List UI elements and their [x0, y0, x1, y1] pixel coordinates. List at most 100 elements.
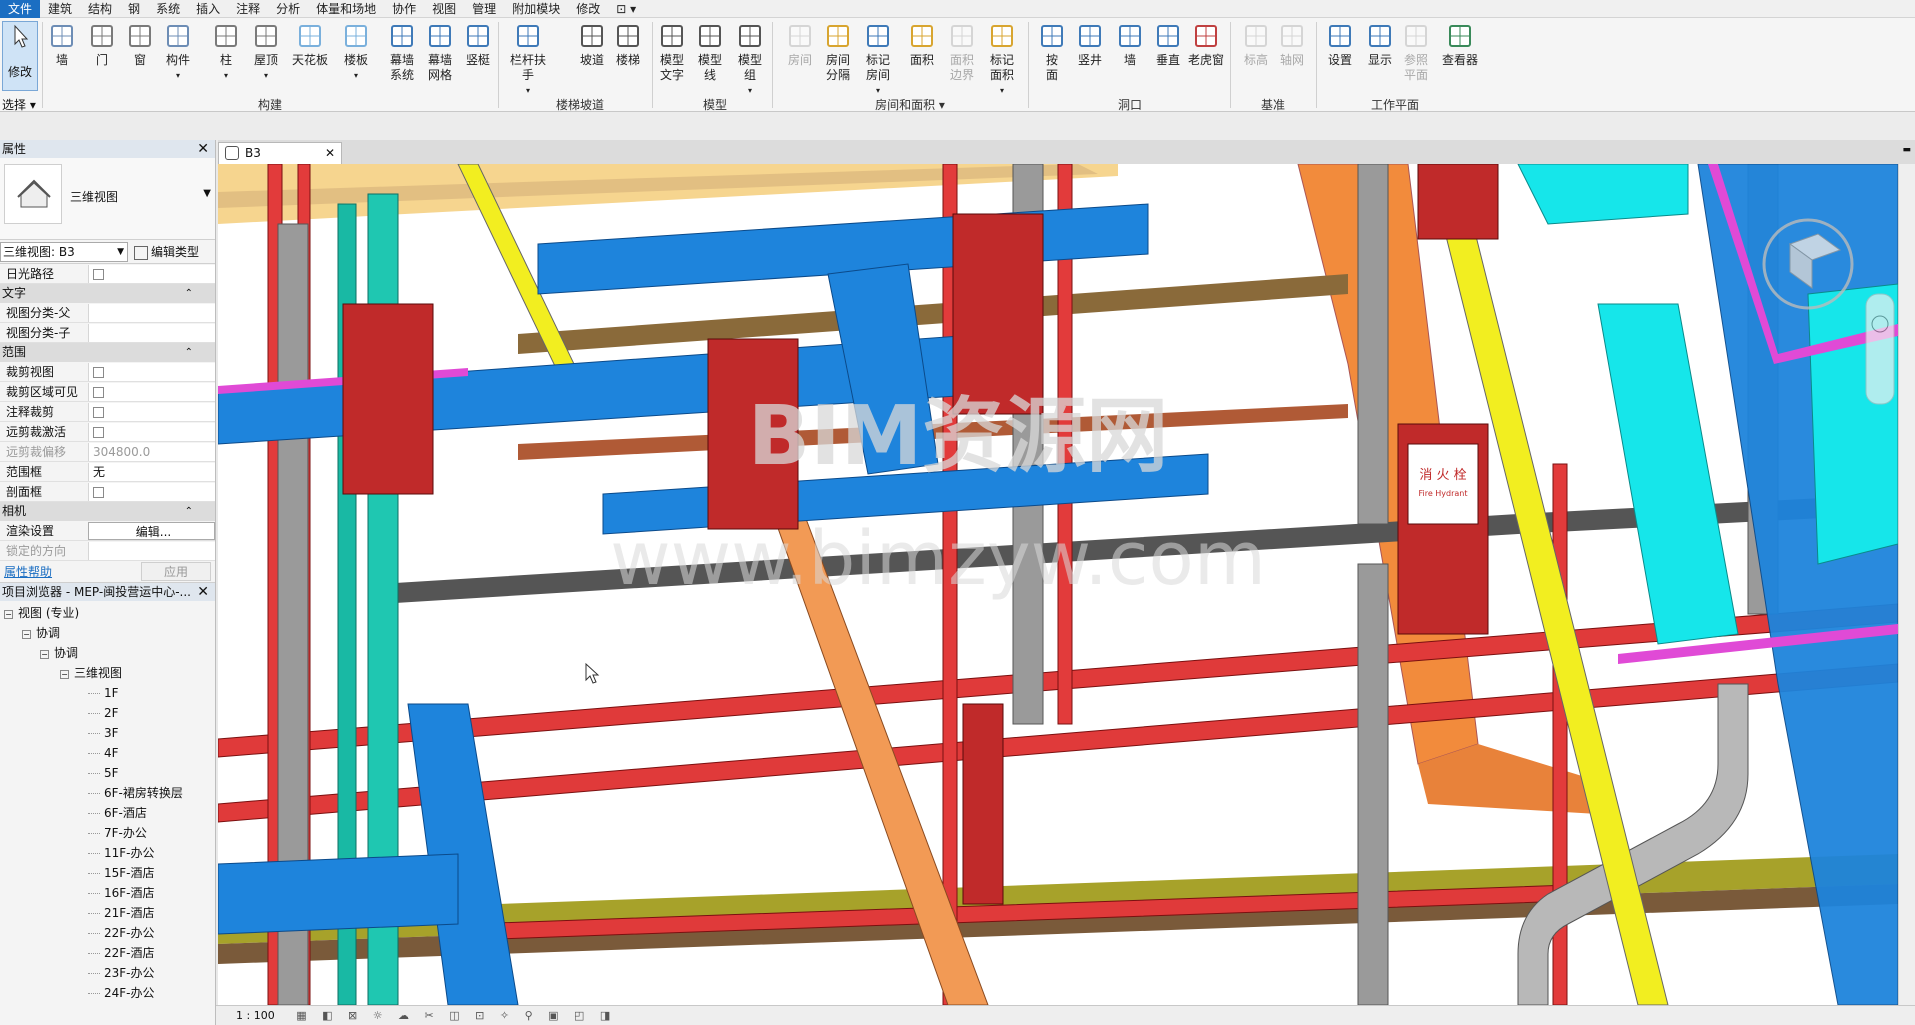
tree-item[interactable]: 1F [0, 683, 215, 703]
tool-model-group[interactable]: 模型组 ▾ [728, 22, 772, 98]
tool-component[interactable]: 构件 ▾ [156, 22, 200, 83]
tool-label: 柱 [219, 53, 232, 67]
property-checkbox[interactable] [88, 402, 215, 421]
type-selector[interactable]: 三维视图 ▼ [0, 158, 215, 240]
3d-viewport[interactable]: 消 火 栓 Fire Hydrant BIM资源网 www.bimzyw.com [218, 164, 1898, 1005]
tool-floor[interactable]: 楼板 ▾ [334, 22, 378, 83]
menu-item[interactable]: 管理 [464, 0, 504, 18]
tool-grid[interactable]: 轴网 [1270, 22, 1314, 68]
menu-item[interactable]: 视图 [424, 0, 464, 18]
tool-wall[interactable]: 墙 [40, 22, 84, 68]
tree-item[interactable]: − 协调 [0, 643, 215, 663]
view-selector[interactable]: 三维视图: B3 ▼ [0, 241, 128, 262]
tree-item[interactable]: 21F-酒店 [0, 903, 215, 923]
menu-item[interactable]: 钢 [120, 0, 148, 18]
tool-tag-area[interactable]: 标记 面积 ▾ [980, 22, 1024, 98]
checkbox[interactable] [93, 426, 104, 438]
tool-mullion[interactable]: 竖梃 [456, 22, 500, 68]
tree-item[interactable]: 6F-裙房转换层 [0, 783, 215, 803]
menu-item[interactable]: 附加模块 [504, 0, 568, 18]
apply-button[interactable]: 应用 [141, 562, 211, 581]
tree-item[interactable]: − 三维视图 [0, 663, 215, 683]
edit-type-button[interactable]: 编辑类型 [134, 243, 199, 260]
tool-room-sep[interactable]: 房间 分隔 [816, 22, 860, 83]
tool-dormer[interactable]: 老虎窗 [1184, 22, 1228, 68]
property-value[interactable]: 304800.0 [88, 442, 215, 461]
close-icon[interactable]: ✕ [197, 140, 209, 158]
menu-item[interactable]: 注释 [228, 0, 268, 18]
property-category[interactable]: 范围 ⌃ [0, 343, 215, 362]
collapse-icon[interactable]: − [4, 610, 13, 619]
modify-button[interactable]: 修改 [2, 21, 38, 91]
tree-item[interactable]: 6F-酒店 [0, 803, 215, 823]
tab-b3[interactable]: B3 ✕ [218, 142, 342, 164]
tool-tag-room[interactable]: 标记 房间 ▾ [856, 22, 900, 98]
tree-item[interactable]: 22F-办公 [0, 923, 215, 943]
property-checkbox[interactable] [88, 482, 215, 501]
tree-item[interactable]: 7F-办公 [0, 823, 215, 843]
collapse-icon[interactable]: − [40, 650, 49, 659]
property-checkbox[interactable] [88, 422, 215, 441]
tool-roof[interactable]: 屋顶 ▾ [244, 22, 288, 83]
property-value[interactable]: 编辑... [88, 521, 215, 540]
checkbox[interactable] [93, 406, 104, 418]
menu-item[interactable]: 修改 [568, 0, 608, 18]
tree-item[interactable]: 15F-酒店 [0, 863, 215, 883]
tool-ceiling[interactable]: 天花板 [288, 22, 332, 68]
tree-item[interactable]: 2F [0, 703, 215, 723]
property-checkbox[interactable] [88, 382, 215, 401]
tab-menu-icon[interactable]: ▬ [1902, 145, 1911, 155]
property-value[interactable]: 无 [88, 462, 215, 481]
tool-set[interactable]: 设置 [1318, 22, 1362, 68]
quick-access-dropdown[interactable]: ⊡ ▾ [608, 0, 644, 18]
menu-item[interactable]: 体量和场地 [308, 0, 384, 18]
property-value[interactable] [88, 541, 215, 560]
tree-item[interactable]: 22F-酒店 [0, 943, 215, 963]
tree-item[interactable]: 23F-办公 [0, 963, 215, 983]
tool-railing[interactable]: 栏杆扶手 ▾ [506, 22, 550, 98]
property-value[interactable] [88, 323, 215, 342]
property-category[interactable]: 相机 ⌃ [0, 502, 215, 521]
tree-item[interactable]: 11F-办公 [0, 843, 215, 863]
tool-model-line[interactable]: 模型线 [688, 22, 732, 83]
checkbox[interactable] [93, 486, 104, 498]
close-icon[interactable]: ✕ [325, 143, 335, 163]
menu-item[interactable]: 建筑 [40, 0, 80, 18]
property-checkbox[interactable] [88, 362, 215, 381]
tree-item[interactable]: 5F [0, 763, 215, 783]
tool-viewer[interactable]: 查看器 [1438, 22, 1482, 68]
tree-item[interactable]: 16F-酒店 [0, 883, 215, 903]
tool-shaft[interactable]: 竖井 [1068, 22, 1112, 68]
navigation-bar[interactable] [1865, 293, 1895, 405]
group-room-area[interactable]: 房间和面积 ▾ [860, 96, 960, 113]
tree-item[interactable]: 24F-办公 [0, 983, 215, 1003]
tree-item[interactable]: − 视图 (专业) [0, 603, 215, 623]
property-checkbox[interactable] [88, 264, 215, 283]
vertical-scrollbar[interactable] [1898, 164, 1915, 1005]
menu-item[interactable]: 插入 [188, 0, 228, 18]
tool-area[interactable]: 面积 [900, 22, 944, 68]
tree-item[interactable]: 4F [0, 743, 215, 763]
tool-ref-plane[interactable]: 参照 平面 [1394, 22, 1438, 83]
checkbox[interactable] [93, 386, 104, 398]
collapse-icon[interactable]: − [22, 630, 31, 639]
property-category[interactable]: 文字 ⌃ [0, 284, 215, 303]
checkbox[interactable] [93, 366, 104, 378]
tool-stair[interactable]: 楼梯 [606, 22, 650, 68]
properties-help-link[interactable]: 属性帮助 [4, 563, 52, 580]
tree-item[interactable]: 3F [0, 723, 215, 743]
scale-selector[interactable]: 1 : 100 [236, 1009, 275, 1022]
menu-item[interactable]: 协作 [384, 0, 424, 18]
tool-column[interactable]: 柱 ▾ [204, 22, 248, 83]
close-icon[interactable]: ✕ [197, 583, 209, 601]
menu-item[interactable]: 文件 [0, 0, 41, 18]
menu-item[interactable]: 分析 [268, 0, 308, 18]
menu-item[interactable]: 结构 [80, 0, 120, 18]
property-value[interactable] [88, 303, 215, 322]
tool-area-boundary[interactable]: 面积 边界 [940, 22, 984, 83]
collapse-icon[interactable]: − [60, 670, 69, 679]
select-dropdown[interactable]: 选择 ▾ [2, 96, 36, 113]
menu-item[interactable]: 系统 [148, 0, 188, 18]
checkbox[interactable] [93, 268, 104, 280]
tree-item[interactable]: − 协调 [0, 623, 215, 643]
